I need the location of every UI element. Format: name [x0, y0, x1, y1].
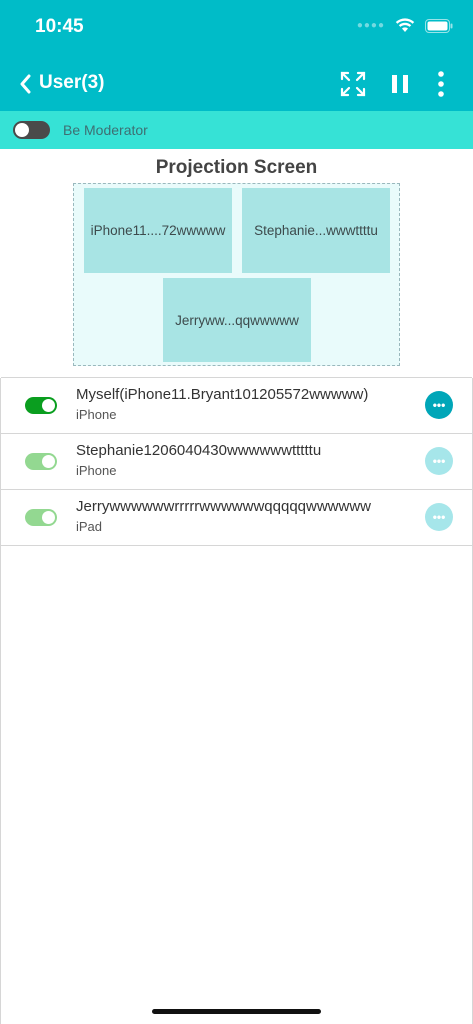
status-icons: ●●●●: [357, 18, 453, 33]
more-horizontal-icon: •••: [432, 398, 446, 412]
status-time: 10:45: [35, 16, 84, 37]
toggle-knob: [42, 511, 55, 524]
toggle-knob: [15, 123, 29, 137]
back-chevron-icon: [20, 74, 31, 94]
more-horizontal-icon: •••: [432, 454, 446, 468]
user-device: iPad: [76, 519, 103, 534]
back-button[interactable]: [12, 70, 38, 98]
fullscreen-button[interactable]: [335, 66, 371, 102]
user-more-button[interactable]: •••: [425, 391, 453, 419]
user-device: iPhone: [76, 407, 117, 422]
moderator-toggle[interactable]: [13, 121, 50, 139]
cellular-signal-icon: ●●●●: [356, 20, 385, 31]
user-more-button[interactable]: •••: [425, 503, 453, 531]
fullscreen-icon: [340, 71, 366, 97]
user-row: Myself(iPhone11.Bryant101205572wwwww) iP…: [1, 377, 472, 434]
wifi-icon: [395, 18, 415, 32]
battery-icon: [425, 18, 453, 33]
user-name: Jerrywwwwwwrrrrrwwwwwwqqqqqwwwwww: [76, 498, 372, 515]
more-vertical-icon: [438, 71, 444, 97]
app-header: 10:45 ●●●● User(3): [0, 0, 473, 111]
pause-icon: [392, 75, 408, 93]
home-indicator[interactable]: [152, 1009, 321, 1014]
user-list: Myself(iPhone11.Bryant101205572wwwww) iP…: [0, 377, 473, 1024]
projection-tile[interactable]: Stephanie...wwwttttu: [242, 188, 390, 273]
user-row: Stephanie1206040430wwwwwwtttttu iPhone •…: [1, 433, 472, 490]
user-row: Jerrywwwwwwrrrrrwwwwwwqqqqqwwwwww iPad •…: [1, 489, 472, 546]
more-horizontal-icon: •••: [432, 510, 446, 524]
projection-tile[interactable]: Jerryww...qqwwwww: [163, 278, 311, 362]
user-more-button[interactable]: •••: [425, 447, 453, 475]
page-title: User(3): [39, 72, 105, 93]
user-name: Stephanie1206040430wwwwwwtttttu: [76, 442, 322, 459]
toggle-knob: [42, 399, 55, 412]
more-options-button[interactable]: [423, 66, 459, 102]
toggle-knob: [42, 455, 55, 468]
pause-button[interactable]: [382, 66, 418, 102]
user-toggle[interactable]: [25, 509, 57, 526]
moderator-label: Be Moderator: [63, 122, 148, 138]
user-toggle[interactable]: [25, 397, 57, 414]
user-name: Myself(iPhone11.Bryant101205572wwwww): [76, 386, 369, 403]
projection-tile[interactable]: iPhone11....72wwwww: [84, 188, 232, 273]
user-toggle[interactable]: [25, 453, 57, 470]
projection-area: iPhone11....72wwwww Stephanie...wwwttttu…: [73, 183, 400, 366]
projection-title: Projection Screen: [155, 157, 318, 178]
user-device: iPhone: [76, 463, 117, 478]
